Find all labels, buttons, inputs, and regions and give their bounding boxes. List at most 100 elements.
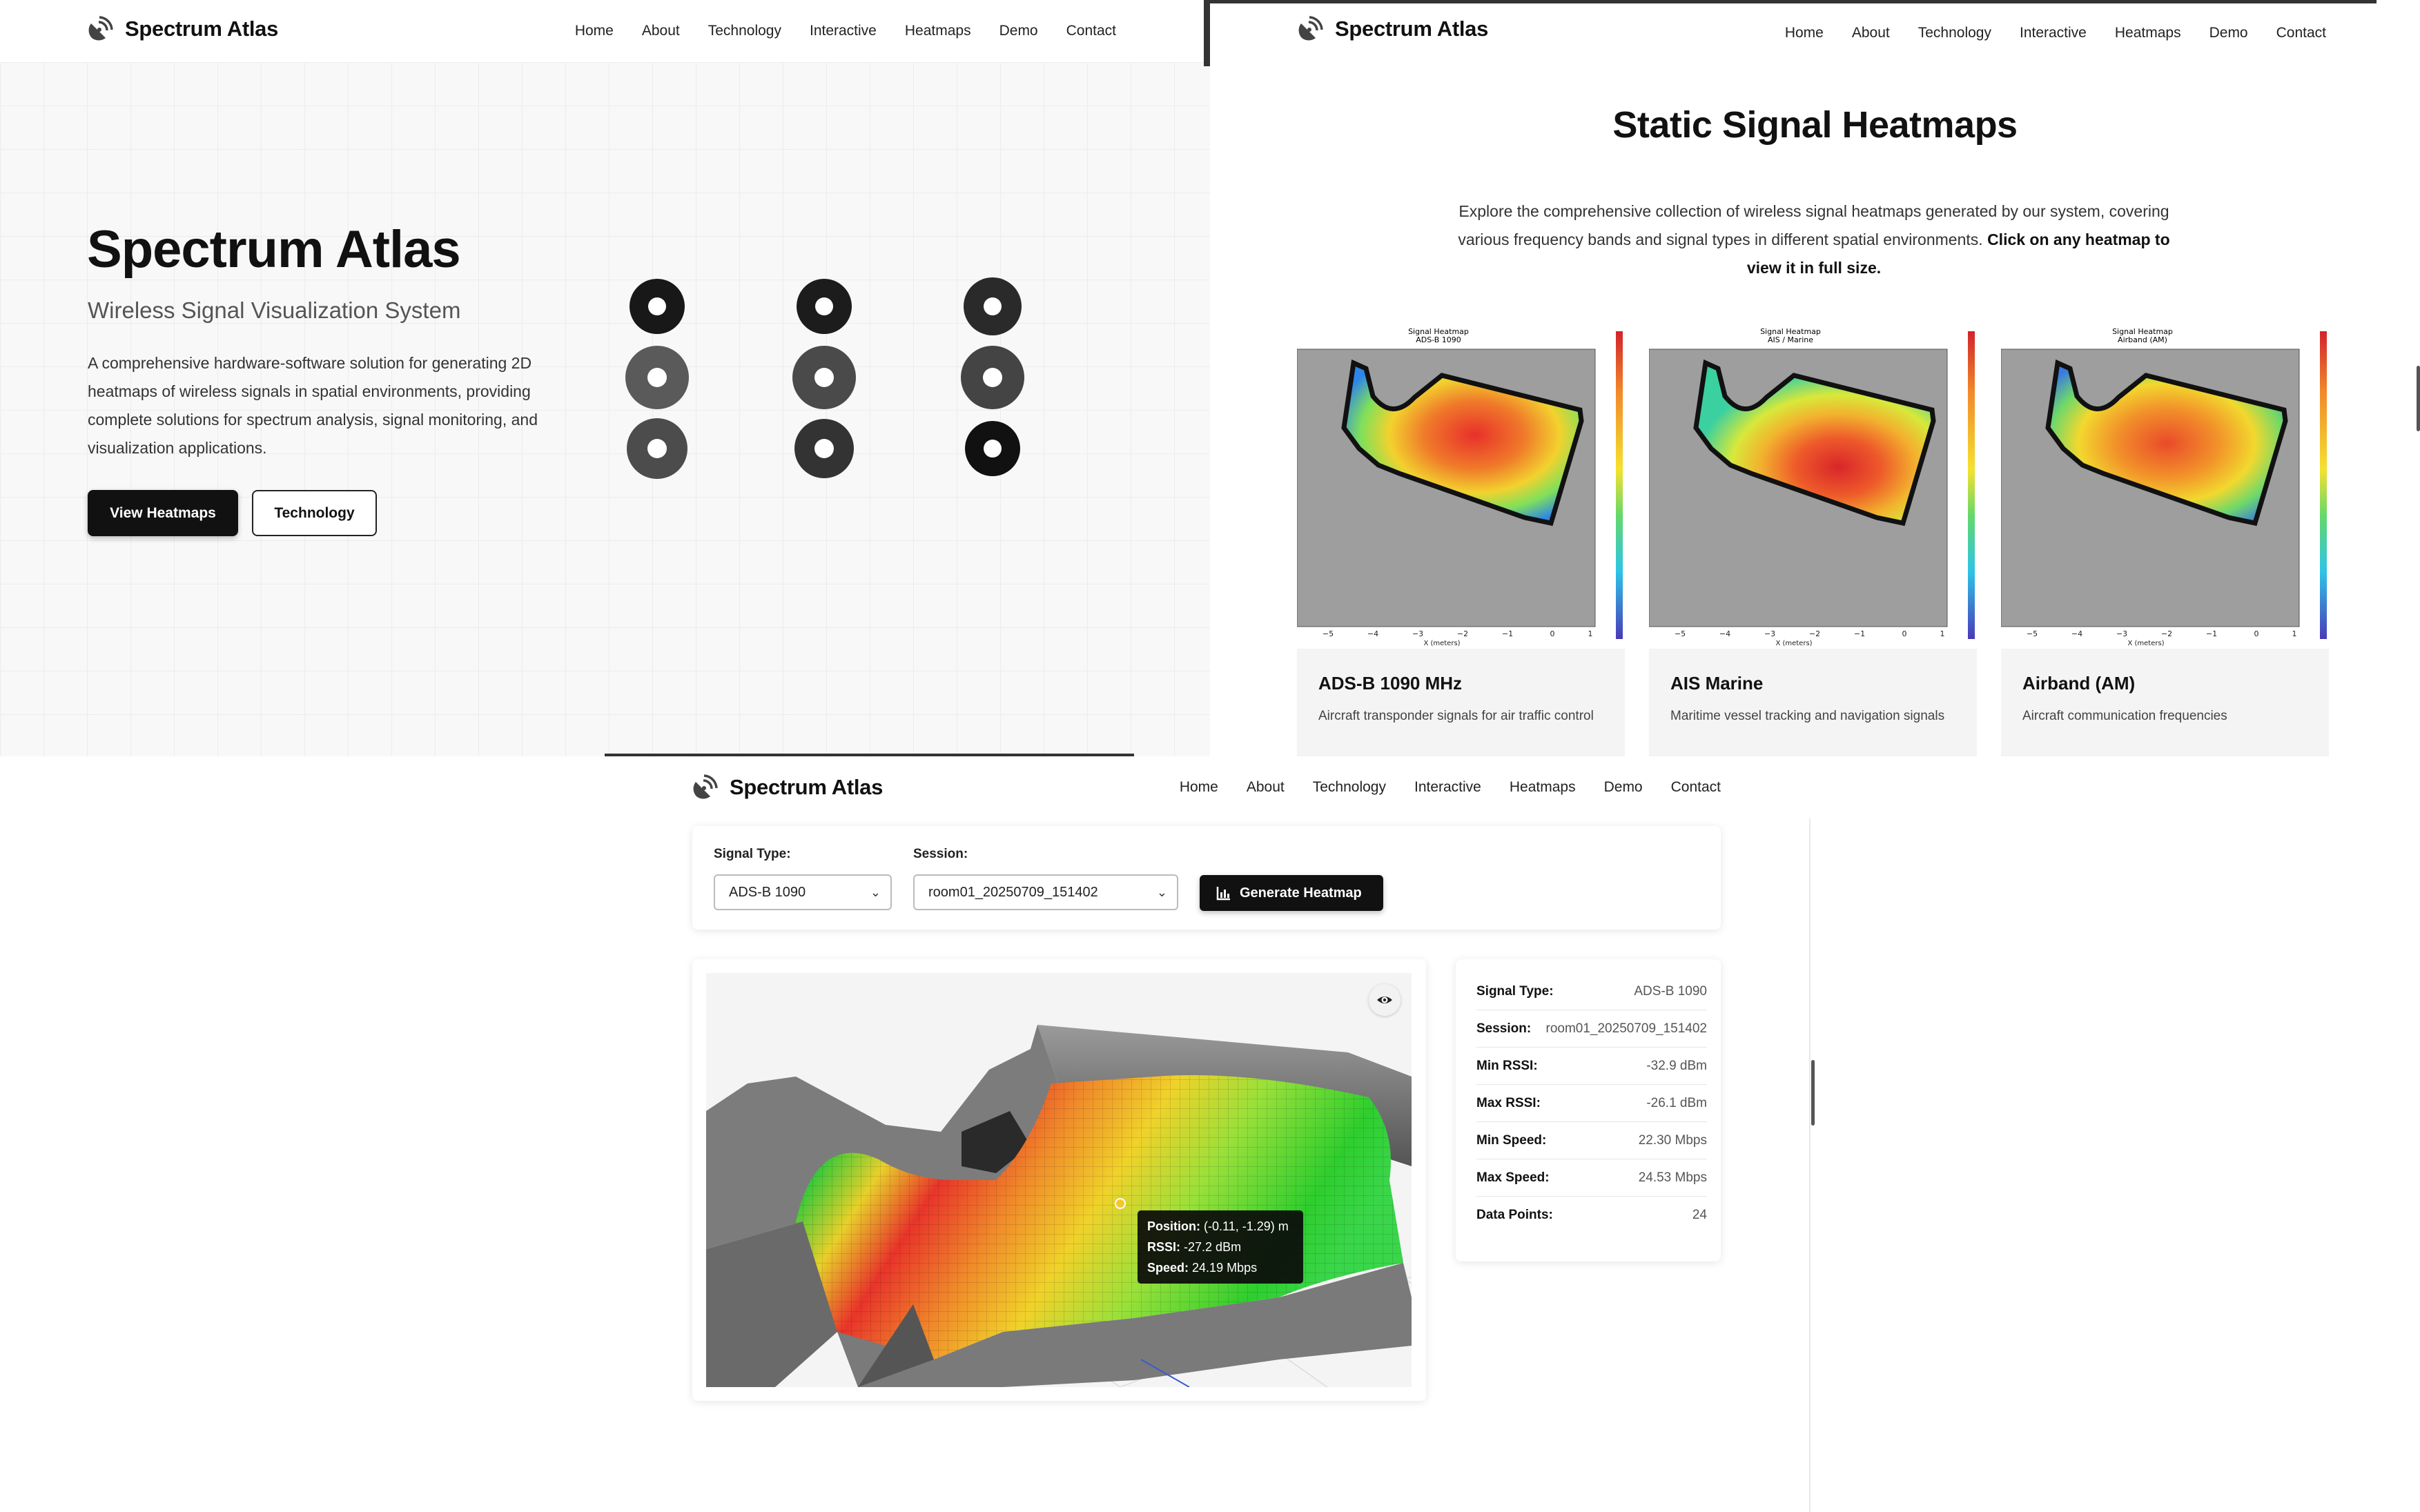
nav-demo[interactable]: Demo xyxy=(999,23,1038,39)
x-tick: −4 xyxy=(1719,629,1730,638)
nav-home[interactable]: Home xyxy=(1180,779,1218,796)
x-tick: 0 xyxy=(2254,629,2259,638)
nav-home[interactable]: Home xyxy=(575,23,614,39)
nav-demo[interactable]: Demo xyxy=(1604,779,1643,796)
brand[interactable]: Spectrum Atlas xyxy=(691,774,883,801)
ring-node xyxy=(961,346,1024,409)
signal-rings-graphic xyxy=(625,277,1024,479)
signal-type-select[interactable]: ADS-B 1090 ⌄ xyxy=(714,874,892,910)
stat-key: Min Speed: xyxy=(1476,1132,1547,1148)
tooltip-position-value: (-0.11, -1.29) m xyxy=(1204,1219,1289,1233)
view-heatmaps-button[interactable]: View Heatmaps xyxy=(88,490,238,536)
x-axis-label: X (meters) xyxy=(1775,640,1812,647)
heatmap-3d-render xyxy=(706,973,1412,1387)
tooltip-rssi-label: RSSI: xyxy=(1147,1240,1181,1254)
brand-name: Spectrum Atlas xyxy=(125,17,279,41)
nav-about[interactable]: About xyxy=(1247,779,1285,796)
heatmap-plot: Signal Heatmap ADS-B 1090 −5 −4 −3 −2 −1… xyxy=(1296,327,1623,647)
stat-key: Session: xyxy=(1476,1021,1532,1036)
satellite-dish-icon xyxy=(1298,16,1323,41)
ring-node xyxy=(792,346,856,409)
heatmap-image[interactable]: Signal Heatmap ADS-B 1090 −5 −4 −3 −2 −1… xyxy=(1296,324,1625,649)
ring-node xyxy=(627,418,687,479)
stat-row: Session: room01_20250709_151402 xyxy=(1476,1010,1707,1048)
nav-about[interactable]: About xyxy=(1852,25,1890,41)
signal-type-label: Signal Type: xyxy=(714,847,791,861)
brand[interactable]: Spectrum Atlas xyxy=(1296,15,1488,43)
nav-heatmaps[interactable]: Heatmaps xyxy=(1510,779,1576,796)
nav-heatmaps[interactable]: Heatmaps xyxy=(2115,25,2181,41)
stat-key: Max RSSI: xyxy=(1476,1095,1541,1110)
x-axis-label: X (meters) xyxy=(1423,640,1460,647)
nav-technology[interactable]: Technology xyxy=(1918,25,1991,41)
ring-node xyxy=(625,346,689,409)
hero-subtitle: Wireless Signal Visualization System xyxy=(88,297,461,323)
stat-value: 24.53 Mbps xyxy=(1638,1170,1707,1185)
satellite-dish-icon xyxy=(88,16,113,41)
session-select[interactable]: room01_20250709_151402 ⌄ xyxy=(913,874,1178,910)
hero-title: Spectrum Atlas xyxy=(87,220,461,279)
x-tick: 1 xyxy=(2292,629,2297,638)
nav-interactive[interactable]: Interactive xyxy=(2020,25,2087,41)
tooltip-speed-value: 24.19 Mbps xyxy=(1192,1261,1258,1275)
x-tick: −4 xyxy=(1367,629,1378,638)
nav-demo[interactable]: Demo xyxy=(2209,25,2248,41)
stat-value: 22.30 Mbps xyxy=(1638,1132,1707,1148)
nav-about[interactable]: About xyxy=(642,23,680,39)
x-tick: −1 xyxy=(1854,629,1865,638)
point-tooltip: Position: (-0.11, -1.29) m RSSI: -27.2 d… xyxy=(1138,1210,1303,1284)
heatmap-image[interactable]: Signal Heatmap Airband (AM) −5 −4 −3 −2 … xyxy=(2000,324,2329,649)
x-tick: −1 xyxy=(1502,629,1513,638)
card-description: Aircraft transponder signals for air tra… xyxy=(1318,709,1594,723)
nav-contact[interactable]: Contact xyxy=(1066,23,1116,39)
heatmaps-screen: Spectrum Atlas Home About Technology Int… xyxy=(1210,0,2420,756)
heatmap-image[interactable]: Signal Heatmap AIS / Marine −5 −4 −3 −2 … xyxy=(1648,324,1977,649)
stat-key: Min RSSI: xyxy=(1476,1058,1538,1073)
x-axis-label: X (meters) xyxy=(2127,640,2164,647)
heatmap-card-airband[interactable]: Signal Heatmap Airband (AM) −5 −4 −3 −2 … xyxy=(2000,324,2329,756)
session-value: room01_20250709_151402 xyxy=(928,884,1098,900)
stat-row: Min RSSI: -32.9 dBm xyxy=(1476,1048,1707,1085)
toggle-view-button[interactable] xyxy=(1369,984,1401,1016)
nav-home[interactable]: Home xyxy=(1785,25,1824,41)
x-tick: 0 xyxy=(1902,629,1907,638)
chevron-down-icon: ⌄ xyxy=(1156,885,1167,899)
stat-value: room01_20250709_151402 xyxy=(1545,1021,1708,1036)
satellite-dish-icon xyxy=(693,774,718,799)
brand[interactable]: Spectrum Atlas xyxy=(86,15,278,43)
interactive-screen: Spectrum Atlas Home About Technology Int… xyxy=(605,756,1815,1512)
ring-node xyxy=(965,421,1020,476)
heatmap-card-adsb[interactable]: Signal Heatmap ADS-B 1090 −5 −4 −3 −2 −1… xyxy=(1296,324,1625,756)
nav-interactive[interactable]: Interactive xyxy=(1414,779,1481,796)
heatmap-3d-canvas[interactable]: Position: (-0.11, -1.29) m RSSI: -27.2 d… xyxy=(706,973,1412,1387)
generate-heatmap-label: Generate Heatmap xyxy=(1240,885,1362,901)
section-title: Static Signal Heatmaps xyxy=(1612,104,2018,146)
scrollbar-thumb[interactable] xyxy=(2417,366,2420,431)
nav-technology[interactable]: Technology xyxy=(708,23,781,39)
nav-heatmaps[interactable]: Heatmaps xyxy=(905,23,971,39)
scrollbar-thumb[interactable] xyxy=(1811,1060,1815,1126)
heatmap-card-ais[interactable]: Signal Heatmap AIS / Marine −5 −4 −3 −2 … xyxy=(1648,324,1977,756)
heatmap-plot: Signal Heatmap Airband (AM) −5 −4 −3 −2 … xyxy=(2000,327,2327,647)
tooltip-speed-label: Speed: xyxy=(1147,1261,1189,1275)
technology-button[interactable]: Technology xyxy=(252,490,377,536)
nav-interactive[interactable]: Interactive xyxy=(810,23,877,39)
signal-type-value: ADS-B 1090 xyxy=(729,884,806,900)
x-tick: −3 xyxy=(2116,629,2127,638)
generate-heatmap-button[interactable]: Generate Heatmap xyxy=(1200,875,1383,911)
brand-name: Spectrum Atlas xyxy=(1335,17,1489,41)
nav-contact[interactable]: Contact xyxy=(2276,25,2326,41)
stat-value: -26.1 dBm xyxy=(1646,1095,1707,1110)
stat-row: Signal Type: ADS-B 1090 xyxy=(1476,973,1707,1010)
stat-key: Data Points: xyxy=(1476,1208,1553,1222)
nav-contact[interactable]: Contact xyxy=(1671,779,1721,796)
nav-menu: Home About Technology Interactive Heatma… xyxy=(575,0,1116,62)
heatmap-3d-panel: Position: (-0.11, -1.29) m RSSI: -27.2 d… xyxy=(692,959,1426,1401)
navbar: Spectrum Atlas Home About Technology Int… xyxy=(1210,3,2420,62)
plot-subtitle: ADS-B 1090 xyxy=(1416,335,1461,344)
scrollbar-track[interactable] xyxy=(1809,756,1811,1512)
progress-edge xyxy=(1204,0,1210,66)
stat-key: Max Speed: xyxy=(1476,1170,1550,1185)
stat-value: ADS-B 1090 xyxy=(1634,983,1707,999)
nav-technology[interactable]: Technology xyxy=(1313,779,1386,796)
